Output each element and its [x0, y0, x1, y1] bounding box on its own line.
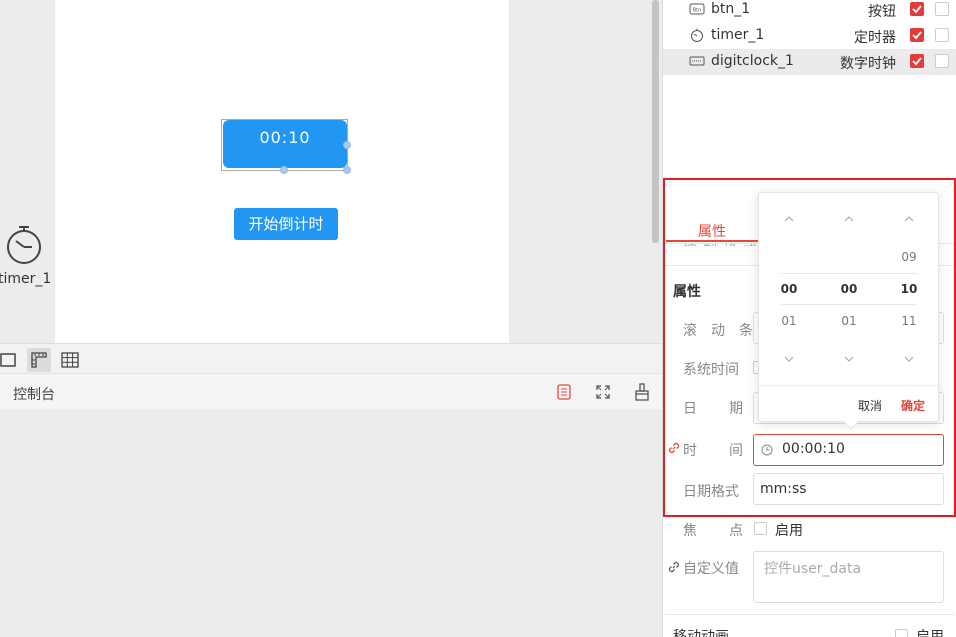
tree-item-name: btn_1 — [711, 1, 751, 17]
check-icon — [912, 31, 922, 40]
console-header: 控制台 — [0, 373, 662, 409]
console-expand-button[interactable] — [594, 383, 612, 401]
check-icon — [912, 57, 922, 66]
grid-icon — [61, 352, 79, 368]
picker-footer-divider — [759, 385, 938, 386]
user-data-label: 自定义值 — [683, 561, 739, 577]
picker-selection-bottom — [781, 304, 917, 305]
move-anim-checkbox[interactable] — [895, 629, 908, 637]
user-data-placeholder: 控件user_data — [764, 561, 862, 577]
minute-selected[interactable]: 00 — [829, 282, 869, 296]
minute-next[interactable]: 01 — [829, 314, 869, 328]
tree-item-name: digitclock_1 — [711, 53, 794, 69]
lock-checkbox[interactable] — [935, 28, 949, 42]
divider — [665, 614, 955, 615]
visible-checkbox[interactable] — [910, 28, 924, 42]
timer-component-label: timer_1 — [0, 271, 52, 287]
resize-handle-right[interactable] — [343, 141, 351, 149]
tree-item-type: 定时器 — [854, 30, 896, 46]
console-log-button[interactable] — [555, 383, 573, 401]
link-icon — [668, 561, 680, 573]
tree-item-name: timer_1 — [711, 27, 765, 43]
canvas-vertical-scrollbar[interactable] — [652, 0, 659, 243]
resize-handle-bottom[interactable] — [280, 166, 288, 174]
frame-view-button[interactable] — [0, 348, 20, 372]
chevron-down-icon[interactable] — [842, 354, 856, 364]
console-output — [0, 409, 662, 637]
move-anim-label: 移动动画 — [673, 629, 729, 637]
second-next[interactable]: 11 — [889, 314, 929, 328]
tree-row-selected[interactable]: digitclock_1 数字时钟 — [663, 49, 956, 75]
expand-icon — [596, 385, 610, 399]
broom-icon — [635, 383, 649, 401]
tree-item-type: 按钮 — [868, 4, 896, 20]
chevron-up-icon[interactable] — [782, 214, 796, 224]
time-picker-popup — [758, 192, 939, 422]
start-countdown-button[interactable]: 开始倒计时 — [234, 208, 338, 240]
chevron-down-icon[interactable] — [902, 354, 916, 364]
timer-icon — [691, 28, 703, 42]
chevron-up-icon[interactable] — [842, 214, 856, 224]
grid-view-button[interactable] — [58, 348, 82, 372]
visible-checkbox[interactable] — [910, 54, 924, 68]
picker-confirm-button[interactable]: 确定 — [901, 397, 925, 414]
visible-checkbox[interactable] — [910, 2, 924, 16]
check-icon — [912, 5, 922, 14]
focus-enable-label: 启用 — [775, 523, 803, 539]
hour-selected[interactable]: 00 — [769, 282, 809, 296]
lock-checkbox[interactable] — [935, 2, 949, 16]
lock-checkbox[interactable] — [935, 54, 949, 68]
digital-clock-widget[interactable]: 00:10 — [223, 120, 347, 168]
hour-next[interactable]: 01 — [769, 314, 809, 328]
tree-row[interactable]: timer_1 定时器 — [663, 23, 956, 49]
button-icon: Btn — [689, 3, 705, 15]
console-title: 控制台 — [13, 387, 55, 403]
digitclock-icon — [689, 56, 705, 66]
second-prev[interactable]: 09 — [889, 250, 929, 264]
picker-cancel-button[interactable]: 取消 — [858, 397, 882, 414]
console-clear-button[interactable] — [633, 383, 651, 401]
ruler-view-button[interactable] — [27, 348, 51, 372]
chevron-down-icon[interactable] — [782, 354, 796, 364]
component-gutter — [0, 0, 55, 343]
stopwatch-icon — [7, 226, 41, 264]
timer-component[interactable]: timer_1 — [0, 225, 52, 287]
resize-handle-corner[interactable] — [343, 166, 351, 174]
log-icon — [557, 384, 571, 400]
canvas-toolbar — [0, 343, 662, 373]
tree-row[interactable]: Btn btn_1 按钮 — [663, 0, 956, 23]
svg-text:Btn: Btn — [693, 8, 702, 14]
ruler-icon — [31, 352, 47, 368]
second-selected[interactable]: 10 — [889, 282, 929, 296]
focus-checkbox[interactable] — [754, 522, 767, 535]
frame-icon — [0, 353, 16, 367]
move-anim-enable-label: 启用 — [916, 629, 944, 637]
picker-selection-top — [781, 273, 917, 274]
chevron-up-icon[interactable] — [902, 214, 916, 224]
tree-item-type: 数字时钟 — [840, 56, 896, 72]
